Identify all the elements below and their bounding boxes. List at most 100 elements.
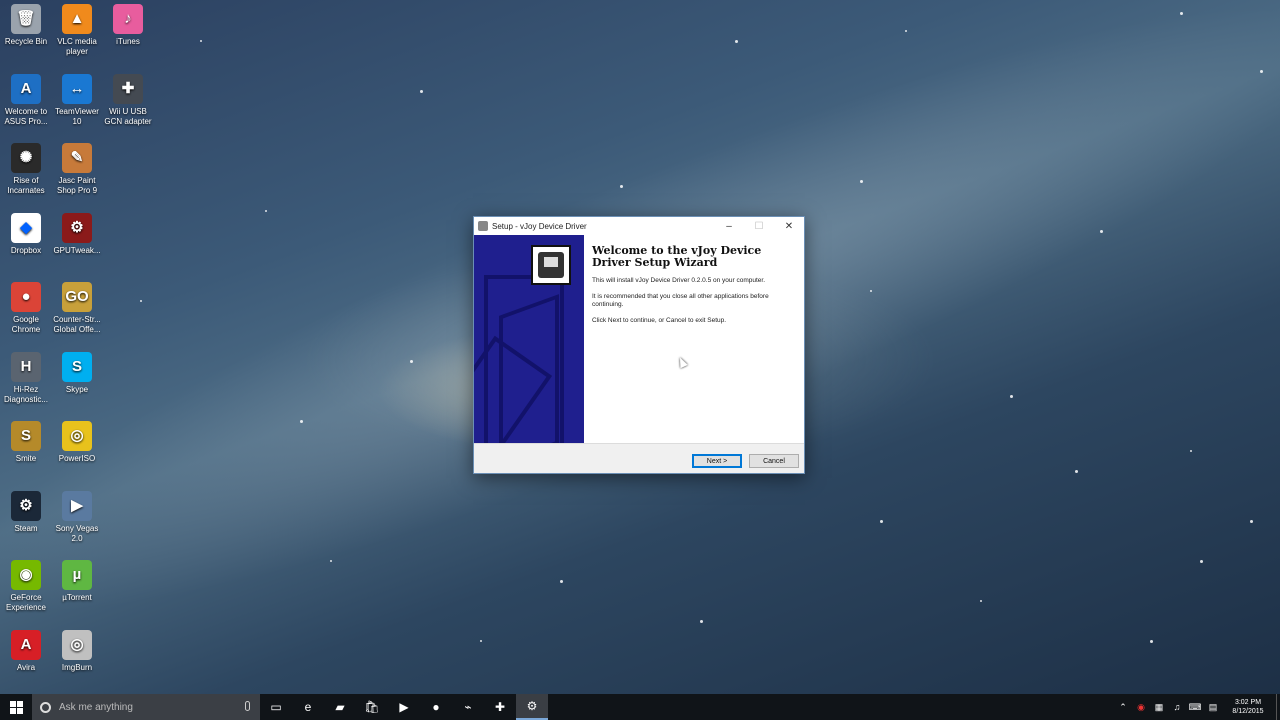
desktop-shortcut-label: Rise of Incarnates	[7, 176, 45, 195]
system-tray: ⌃ ◉ ▦ ♫ ⌨ ▤ 3:02 PM 8/12/2015	[1114, 694, 1280, 720]
rise-of-incarnates-icon: ✺	[11, 143, 41, 173]
taskbar-store-icon[interactable]: 🛍	[356, 694, 388, 720]
desktop-shortcut[interactable]: S Smite	[0, 417, 52, 464]
gamepad-icon: ✚	[494, 700, 506, 714]
desktop-shortcut-label: Steam	[14, 523, 38, 533]
taskbar-chrome-icon[interactable]: ●	[420, 694, 452, 720]
itunes-icon: ♪	[113, 4, 143, 34]
start-button[interactable]	[0, 694, 32, 720]
taskbar-edge-icon[interactable]: e	[292, 694, 324, 720]
csgo-icon: GO	[62, 282, 92, 312]
taskbar-app-icon[interactable]: ⌁	[452, 694, 484, 720]
system-clock[interactable]: 3:02 PM 8/12/2015	[1228, 698, 1268, 716]
desktop-shortcut[interactable]: ◎ ImgBurn	[51, 626, 103, 673]
desktop-shortcut-label: TeamViewer 10	[55, 106, 99, 126]
paint-shop-icon: ✎	[62, 143, 92, 173]
desktop-shortcut-label: Google Chrome	[11, 315, 41, 334]
microphone-icon[interactable]	[245, 701, 250, 711]
desktop-shortcut[interactable]: ✚ Wii U USB GCN adapter	[102, 70, 154, 127]
desktop-shortcut-label: Sony Vegas 2.0	[55, 523, 99, 543]
setup-app-icon	[478, 221, 488, 231]
desktop-shortcut-label: Wii U USB GCN adapter	[104, 106, 152, 126]
window-controls: – ☐ ✕	[714, 217, 804, 235]
skype-icon: S	[62, 351, 92, 382]
taskbar-apps: ▭ e ▰ 🛍 ▶ ● ⌁ ✚ ⚙	[260, 694, 548, 720]
desktop-shortcut-label: Avira	[16, 662, 36, 672]
desktop-shortcut[interactable]: S Skype	[51, 348, 103, 395]
taskbar-media-player-icon[interactable]: ▶	[388, 694, 420, 720]
desktop-shortcut[interactable]: ♪ iTunes	[102, 0, 154, 47]
dialog-titlebar[interactable]: Setup - vJoy Device Driver – ☐ ✕	[474, 217, 804, 235]
search-placeholder: Ask me anything	[59, 701, 133, 713]
recycle-bin-icon: 🗑	[11, 4, 41, 34]
gputweak-icon: ⚙	[62, 212, 92, 243]
file-explorer-icon: ▰	[335, 700, 345, 714]
desktop-shortcut[interactable]: 🗑 Recycle Bin	[0, 0, 52, 47]
desktop-shortcut[interactable]: ◉ GeForce Experience	[0, 556, 52, 613]
desktop-shortcut[interactable]: ● Google Chrome	[0, 278, 52, 335]
teamviewer-icon: ↔	[62, 73, 92, 104]
chevron-up-icon[interactable]: ⌃	[1116, 702, 1130, 713]
continue-instructions-text: Click Next to continue, or Cancel to exi…	[592, 317, 727, 324]
next-button[interactable]: Next >	[692, 454, 742, 468]
desktop-shortcut-label: Counter-Str... Global Offe...	[53, 315, 101, 334]
dropbox-icon: ◆	[11, 212, 41, 243]
dialog-button-bar: Next > Cancel	[474, 443, 804, 474]
taskbar: Ask me anything ▭ e ▰ 🛍 ▶ ● ⌁ ✚ ⚙ ⌃ ◉ ▦ ♫ ⌨ ▤ 3:…	[0, 694, 1280, 720]
taskbar-file-explorer-icon[interactable]: ▰	[324, 694, 356, 720]
desktop-shortcut[interactable]: H Hi-Rez Diagnostic...	[0, 348, 52, 405]
close-apps-text: It is recommended that you close all oth…	[592, 293, 769, 308]
desktop-shortcut[interactable]: ⚙ GPUTweak...	[51, 209, 103, 256]
desktop-shortcut-label: ImgBurn	[61, 662, 93, 672]
desktop-shortcut[interactable]: A Avira	[0, 626, 52, 673]
desktop-shortcut[interactable]: ↔ TeamViewer 10	[51, 70, 103, 127]
dialog-title: Setup - vJoy Device Driver	[492, 221, 587, 231]
desktop-shortcut-label: Welcome to ASUS Pro...	[4, 106, 48, 126]
desktop-shortcut[interactable]: ▶ Sony Vegas 2.0	[51, 487, 103, 544]
wizard-content: Welcome to the vJoy Device Driver Setup …	[584, 235, 804, 443]
utorrent-icon: µ	[62, 560, 92, 590]
desktop-shortcut-label: Jasc Paint Shop Pro 9	[56, 176, 98, 195]
desktop-shortcut[interactable]: ✺ Rise of Incarnates	[0, 139, 52, 196]
windows-logo-icon	[9, 700, 23, 714]
sony-vegas-icon: ▶	[62, 490, 92, 521]
setup-icon: ⚙	[526, 699, 538, 713]
network-icon[interactable]: ▦	[1152, 702, 1166, 713]
store-icon: 🛍	[364, 700, 380, 714]
desktop-shortcut[interactable]: GO Counter-Str... Global Offe...	[51, 278, 103, 335]
cortana-search-box[interactable]: Ask me anything	[32, 694, 260, 720]
desktop-shortcut[interactable]: ◎ PowerISO	[51, 417, 103, 464]
setup-dialog: Setup - vJoy Device Driver – ☐ ✕ Welcome…	[473, 216, 805, 474]
smite-icon: S	[11, 421, 41, 451]
volume-icon[interactable]: ♫	[1170, 702, 1184, 712]
desktop-shortcut[interactable]: µ µTorrent	[51, 556, 103, 603]
desktop-shortcut-label: Hi-Rez Diagnostic...	[3, 384, 49, 404]
desktop-shortcut[interactable]: A Welcome to ASUS Pro...	[0, 70, 52, 127]
close-button[interactable]: ✕	[774, 217, 804, 235]
chrome-icon: ●	[11, 282, 41, 312]
keyboard-icon[interactable]: ⌨	[1188, 702, 1202, 713]
edge-icon: e	[304, 700, 312, 714]
desktop-shortcut-label: Smite	[15, 454, 37, 463]
desktop-shortcut[interactable]: ▲ VLC media player	[51, 0, 103, 57]
desktop-shortcut[interactable]: ◆ Dropbox	[0, 209, 52, 256]
minimize-button[interactable]: –	[714, 217, 744, 235]
avira-tray-icon[interactable]: ◉	[1134, 702, 1148, 713]
taskbar-gamepad-icon[interactable]: ✚	[484, 694, 516, 720]
chrome-icon: ●	[432, 700, 440, 714]
clock-time: 3:02 PM	[1234, 699, 1262, 706]
taskbar-setup-icon[interactable]: ⚙	[516, 694, 548, 720]
action-center-icon[interactable]: ▤	[1206, 702, 1220, 713]
show-desktop-button[interactable]	[1276, 694, 1280, 720]
clock-date: 8/12/2015	[1232, 708, 1264, 715]
gamepad-icon: ✚	[113, 73, 143, 104]
desktop-shortcut[interactable]: ⚙ Steam	[0, 487, 52, 534]
vlc-icon: ▲	[62, 4, 92, 34]
install-info-text: This will install vJoy Device Driver 0.2…	[592, 277, 766, 284]
vjoy-logo-icon	[531, 245, 571, 285]
desktop-shortcut-label: GPUTweak...	[53, 245, 101, 255]
desktop-shortcut[interactable]: ✎ Jasc Paint Shop Pro 9	[51, 139, 103, 196]
cortana-icon	[40, 701, 51, 713]
taskbar-task-view-icon[interactable]: ▭	[260, 694, 292, 720]
cancel-button[interactable]: Cancel	[749, 454, 799, 468]
